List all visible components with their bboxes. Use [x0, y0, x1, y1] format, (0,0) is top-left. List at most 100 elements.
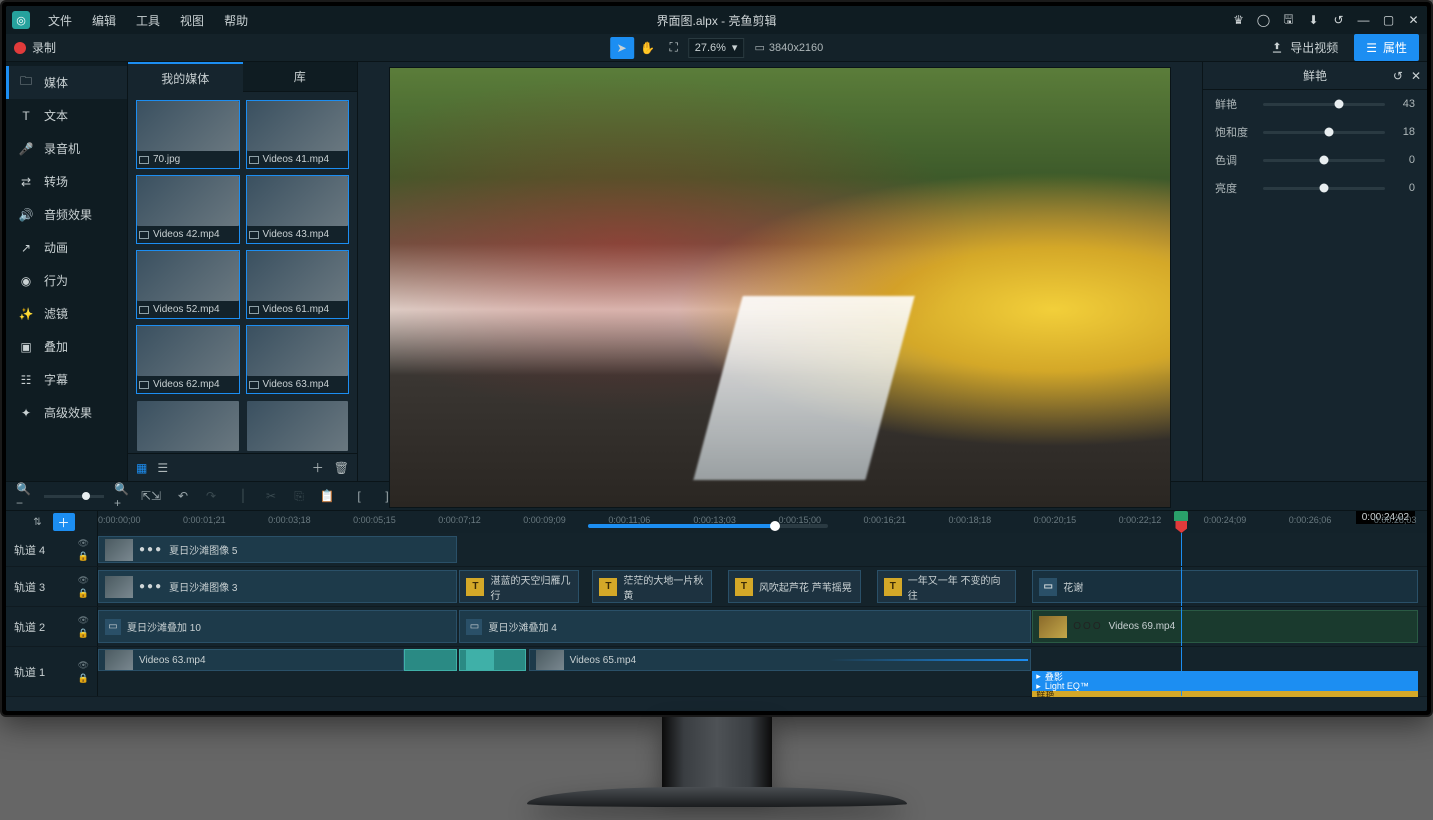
- sync-icon[interactable]: ↺: [1331, 13, 1346, 28]
- record-label: 录制: [32, 39, 56, 56]
- menu-file[interactable]: 文件: [40, 8, 80, 33]
- zoom-slider[interactable]: [44, 495, 104, 498]
- zoom-select[interactable]: 27.6%▾: [688, 38, 745, 58]
- minimize-icon[interactable]: —: [1356, 13, 1371, 28]
- media-thumb[interactable]: Videos 63.mp4: [246, 325, 350, 394]
- tab-library[interactable]: 库: [243, 62, 358, 92]
- resolution-display[interactable]: ▭ 3840x2160: [754, 41, 823, 54]
- save-icon[interactable]: 🖫: [1281, 13, 1296, 28]
- media-thumb[interactable]: Videos 43.mp4: [246, 175, 350, 244]
- time-ruler[interactable]: 0:00:24;02 0:00:00;000:00:01;210:00:03;1…: [98, 511, 1427, 533]
- timeline-clip[interactable]: [459, 649, 525, 671]
- media-thumb[interactable]: Videos 42.mp4: [136, 175, 240, 244]
- mark-in-icon[interactable]: [: [350, 487, 368, 505]
- sidebar-item-transition[interactable]: ⇄转场: [6, 165, 127, 198]
- transition-clip[interactable]: [404, 649, 457, 671]
- maximize-icon[interactable]: ▢: [1381, 13, 1396, 28]
- prop-slider[interactable]: [1263, 187, 1385, 190]
- lock-icon[interactable]: 🔒: [78, 628, 89, 639]
- media-thumb[interactable]: Videos 52.mp4: [136, 250, 240, 319]
- sidebar-item-advanced[interactable]: ✦高级效果: [6, 396, 127, 429]
- split-icon[interactable]: ⎮: [234, 487, 252, 505]
- fx-strip[interactable]: ▸Light EQ™: [1032, 681, 1417, 691]
- lock-icon[interactable]: 🔒: [78, 551, 89, 562]
- eye-icon[interactable]: 👁: [78, 538, 89, 549]
- preview-canvas[interactable]: [390, 68, 1170, 507]
- undo-icon[interactable]: ↶: [174, 487, 192, 505]
- prop-row: 饱和度 18: [1203, 118, 1427, 146]
- close-icon[interactable]: ✕: [1406, 13, 1421, 28]
- prop-slider[interactable]: [1263, 131, 1385, 134]
- prop-label: 鲜艳: [1215, 96, 1255, 112]
- media-thumb[interactable]: Videos 41.mp4: [246, 100, 350, 169]
- eye-icon[interactable]: 👁: [78, 575, 89, 586]
- close-props-icon[interactable]: ✕: [1411, 69, 1421, 83]
- record-button[interactable]: 录制: [14, 39, 56, 56]
- menu-tools[interactable]: 工具: [128, 8, 168, 33]
- properties-button[interactable]: ☰ 属性: [1354, 34, 1419, 61]
- sidebar-item-behavior[interactable]: ◉行为: [6, 264, 127, 297]
- zoom-out-icon[interactable]: 🔍−: [16, 487, 34, 505]
- export-icon: [1270, 41, 1284, 55]
- lock-icon[interactable]: 🔒: [78, 588, 89, 599]
- add-media-icon[interactable]: ＋: [312, 459, 324, 476]
- add-track-button[interactable]: ＋: [53, 513, 75, 531]
- export-button[interactable]: 导出视频: [1264, 35, 1344, 60]
- eye-icon[interactable]: 👁: [78, 660, 89, 671]
- copy-icon[interactable]: ⎘: [290, 487, 308, 505]
- download-icon[interactable]: ⬇: [1306, 13, 1321, 28]
- sidebar-item-media[interactable]: 🗀媒体: [6, 66, 127, 99]
- playhead[interactable]: [1174, 511, 1188, 533]
- crop-tool[interactable]: ⛶: [662, 37, 686, 59]
- sidebar-item-filter[interactable]: ✨滤镜: [6, 297, 127, 330]
- timeline: ⇅ ＋ 0:00:24;02 0:00:00;000:00:01;210:00:…: [6, 511, 1427, 711]
- fx-strip[interactable]: 鲜艳: [1032, 691, 1417, 697]
- delete-media-icon[interactable]: 🗑: [334, 461, 349, 475]
- prop-slider[interactable]: [1263, 103, 1385, 106]
- track-options-icon[interactable]: ⇅: [29, 513, 47, 531]
- media-thumb[interactable]: 70.jpg: [136, 100, 240, 169]
- timeline-clip[interactable]: ▭夏日沙滩叠加 4: [459, 610, 1030, 643]
- account-icon[interactable]: ◯: [1256, 13, 1271, 28]
- menu-help[interactable]: 帮助: [216, 8, 256, 33]
- title-clip[interactable]: T湛蓝的天空归雁几行: [459, 570, 579, 603]
- timeline-clip[interactable]: OOOVideos 69.mp4: [1032, 610, 1417, 643]
- eye-icon[interactable]: 👁: [78, 615, 89, 626]
- timeline-clip[interactable]: Videos 63.mp4: [98, 649, 404, 671]
- title-clip[interactable]: ▭花谢: [1032, 570, 1417, 603]
- timeline-clip[interactable]: ▭夏日沙滩叠加 10: [98, 610, 457, 643]
- menu-edit[interactable]: 编辑: [84, 8, 124, 33]
- crown-icon[interactable]: ♛: [1231, 13, 1246, 28]
- sidebar-item-text[interactable]: T文本: [6, 99, 127, 132]
- timeline-clip[interactable]: ●●●夏日沙滩图像 5: [98, 536, 457, 563]
- sidebar-item-audiofx[interactable]: 🔊音频效果: [6, 198, 127, 231]
- prop-slider[interactable]: [1263, 159, 1385, 162]
- paste-icon[interactable]: 📋: [318, 487, 336, 505]
- redo-icon[interactable]: ↷: [202, 487, 220, 505]
- tab-my-media[interactable]: 我的媒体: [128, 62, 243, 92]
- hand-tool[interactable]: ✋: [636, 37, 660, 59]
- list-view-icon[interactable]: ☰: [157, 461, 168, 475]
- lock-icon[interactable]: 🔒: [78, 673, 89, 684]
- media-thumb[interactable]: Videos 62.mp4: [136, 325, 240, 394]
- cut-icon[interactable]: ✂: [262, 487, 280, 505]
- menu-view[interactable]: 视图: [172, 8, 212, 33]
- title-clip[interactable]: T风吹起芦花 芦苇摇晃: [728, 570, 861, 603]
- sidebar-item-recorder[interactable]: 🎤录音机: [6, 132, 127, 165]
- fx-strip[interactable]: ▸叠影: [1032, 671, 1417, 681]
- title-clip[interactable]: T一年又一年 不变的向往: [877, 570, 1017, 603]
- pointer-tool[interactable]: ➤: [610, 37, 634, 59]
- media-thumb[interactable]: Videos 61.mp4: [246, 250, 350, 319]
- media-thumb[interactable]: [136, 400, 240, 452]
- timeline-clip[interactable]: ●●●夏日沙滩图像 3: [98, 570, 457, 603]
- sidebar-item-animation[interactable]: ↗动画: [6, 231, 127, 264]
- reset-icon[interactable]: ↺: [1393, 69, 1403, 83]
- sidebar-item-subtitle[interactable]: ☷字幕: [6, 363, 127, 396]
- media-thumb[interactable]: [246, 400, 350, 452]
- zoom-in-icon[interactable]: 🔍+: [114, 487, 132, 505]
- sidebar-item-overlay[interactable]: ▣叠加: [6, 330, 127, 363]
- grid-view-icon[interactable]: ▦: [136, 461, 147, 475]
- fit-icon[interactable]: ⇱⇲: [142, 487, 160, 505]
- title-clip[interactable]: T茫茫的大地一片秋黄: [592, 570, 712, 603]
- ruler-tick: 0:00:15;00: [778, 515, 821, 525]
